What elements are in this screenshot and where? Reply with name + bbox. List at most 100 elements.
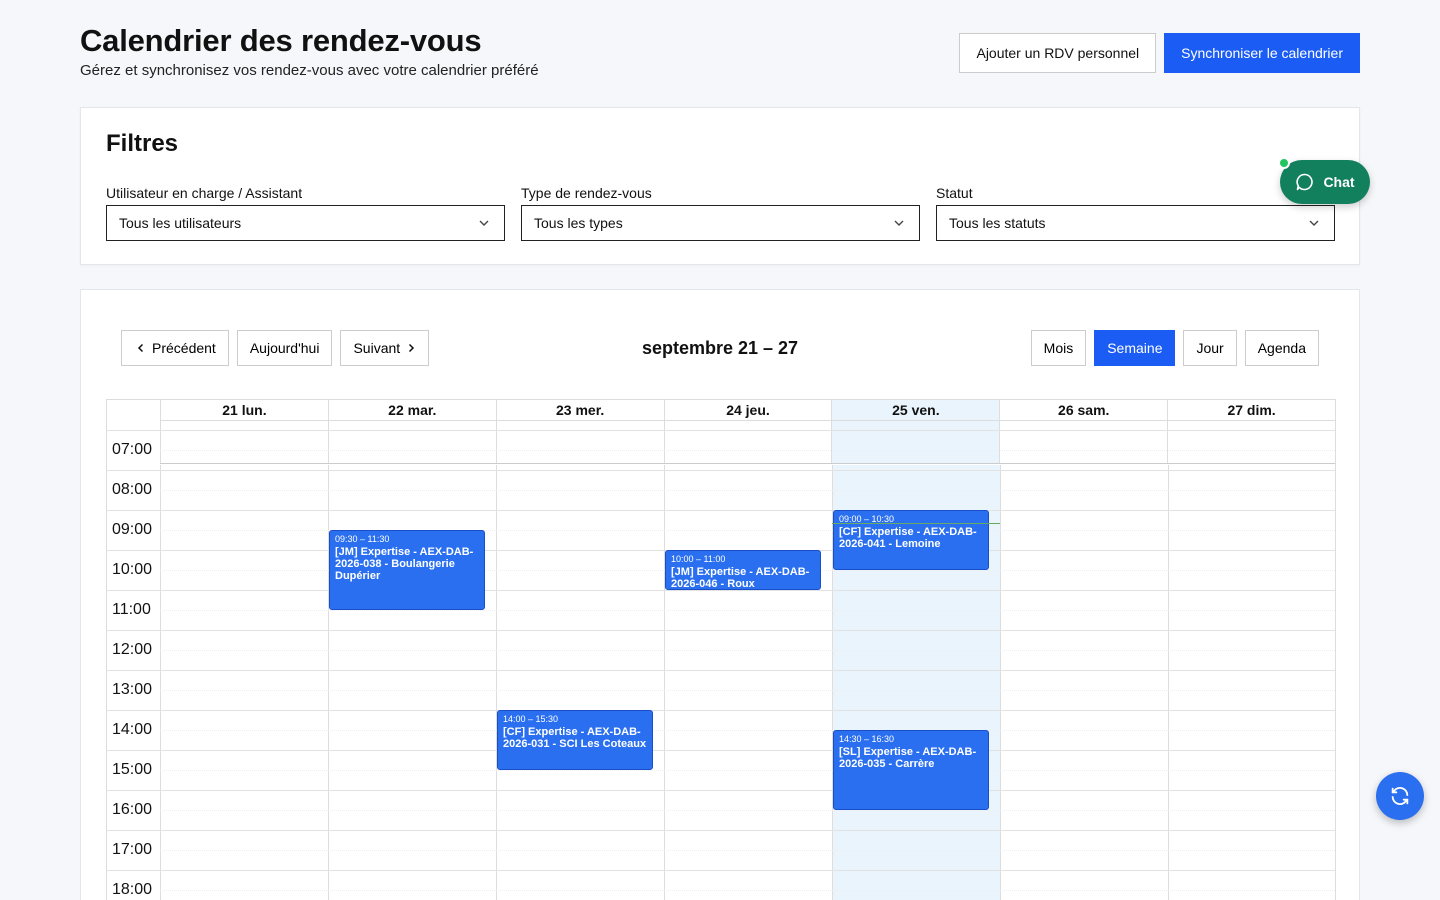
time-label: 18:00 <box>112 881 153 898</box>
chat-bubble-icon <box>1296 173 1314 191</box>
day-header[interactable]: 25 ven. <box>831 400 1000 420</box>
week-grid: 21 lun. 22 mar. 23 mer. 24 jeu. 25 ven. 26 sa… <box>106 399 1336 900</box>
current-time-indicator <box>832 523 1000 524</box>
time-label: 08:00 <box>112 481 153 498</box>
header-actions: Ajouter un RDV personnel Synchroniser le… <box>959 33 1360 73</box>
time-label: 14:00 <box>112 721 153 738</box>
chevron-right-icon <box>409 343 415 353</box>
day-header[interactable]: 24 jeu. <box>663 400 832 420</box>
status-select-value: Tous les statuts <box>949 215 1046 231</box>
time-label: 12:00 <box>112 641 153 658</box>
half-hour-gridline <box>160 690 1335 691</box>
all-day-cell[interactable] <box>327 421 496 463</box>
event-time: 10:00 – 11:00 <box>671 554 726 564</box>
filter-status-label: Statut <box>936 185 973 201</box>
all-day-cell[interactable] <box>1167 421 1335 463</box>
hour-gridline <box>107 670 1335 671</box>
time-label: 15:00 <box>112 761 153 778</box>
view-button-agenda[interactable]: Agenda <box>1244 330 1319 366</box>
all-day-cell[interactable] <box>831 421 1000 463</box>
day-header[interactable]: 22 mar. <box>327 400 496 420</box>
hour-gridline <box>107 830 1335 831</box>
today-button[interactable]: Aujourd'hui <box>236 330 333 366</box>
hour-gridline <box>107 630 1335 631</box>
all-day-cell[interactable] <box>160 421 328 463</box>
time-grid: 07:00 08:00 09:00 10:00 11:00 12:00 13:00 14:00… <box>107 430 1335 900</box>
event-title: [CF] Expertise - AEX-DAB-2026-041 - Lemo… <box>839 526 977 550</box>
half-hour-gridline <box>160 450 1335 451</box>
time-label: 16:00 <box>112 801 153 818</box>
nav-group: Précédent Aujourd'hui Suivant <box>121 330 430 366</box>
refresh-icon <box>1391 787 1409 805</box>
calendar-card: septembre 21 – 27 Précédent Aujourd'hui … <box>80 289 1360 900</box>
status-select[interactable]: Tous les statuts <box>936 205 1335 241</box>
time-label: 07:00 <box>112 441 153 458</box>
calendar-event[interactable]: 09:00 – 10:30 [CF] Expertise - AEX-DAB-20… <box>833 510 989 570</box>
hour-gridline <box>107 470 1335 471</box>
time-label: 09:00 <box>112 521 153 538</box>
filter-user-label: Utilisateur en charge / Assistant <box>106 185 303 201</box>
event-title: [CF] Expertise - AEX-DAB-2026-031 - SCI … <box>503 726 647 750</box>
half-hour-gridline <box>160 730 1335 731</box>
user-select-value: Tous les utilisateurs <box>119 215 242 231</box>
half-hour-gridline <box>160 810 1335 811</box>
hour-gridline <box>107 750 1335 751</box>
next-label: Suivant <box>353 340 401 356</box>
hour-gridline <box>107 430 1335 431</box>
half-hour-gridline <box>160 770 1335 771</box>
all-day-cell[interactable] <box>495 421 664 463</box>
previous-button[interactable]: Précédent <box>121 330 229 366</box>
time-label: 17:00 <box>112 841 153 858</box>
filter-status: Statut Tous les statuts <box>936 185 1335 241</box>
filter-user: Utilisateur en charge / Assistant Tous l… <box>106 185 505 241</box>
hour-gridline <box>107 710 1335 711</box>
day-header[interactable]: 23 mer. <box>495 400 664 420</box>
day-header[interactable]: 27 dim. <box>1167 400 1335 420</box>
half-hour-gridline <box>160 850 1335 851</box>
calendar-toolbar: septembre 21 – 27 Précédent Aujourd'hui … <box>121 330 1319 366</box>
time-label: 13:00 <box>112 681 153 698</box>
type-select[interactable]: Tous les types <box>521 205 920 241</box>
add-personal-appointment-button[interactable]: Ajouter un RDV personnel <box>959 33 1157 73</box>
chevron-left-icon <box>137 343 144 353</box>
event-title: [SL] Expertise - AEX-DAB-2026-035 - Carr… <box>839 746 977 770</box>
event-time: 09:30 – 11:30 <box>335 534 390 544</box>
hour-gridline <box>107 790 1335 791</box>
view-button-semaine[interactable]: Semaine <box>1094 330 1176 366</box>
all-day-cell[interactable] <box>999 421 1167 463</box>
day-headers: 21 lun. 22 mar. 23 mer. 24 jeu. 25 ven. 26 sa… <box>160 400 1335 420</box>
type-select-value: Tous les types <box>534 215 623 231</box>
calendar-event[interactable]: 14:00 – 15:30 [CF] Expertise - AEX-DAB-20… <box>497 710 653 770</box>
chevron-down-icon <box>1309 220 1319 226</box>
refresh-sync-button[interactable] <box>1376 772 1424 820</box>
hour-gridline <box>107 510 1335 511</box>
hour-gridline <box>107 590 1335 591</box>
event-title: [JM] Expertise - AEX-DAB-2026-038 - Boul… <box>335 546 474 582</box>
calendar-event[interactable]: 10:00 – 11:00 [JM] Expertise - AEX-DAB-20… <box>665 550 821 590</box>
chat-label: Chat <box>1323 174 1355 190</box>
time-label: 11:00 <box>112 601 151 618</box>
page-header: Calendrier des rendez-vous Gérez et sync… <box>80 22 1360 82</box>
day-header[interactable]: 21 lun. <box>160 400 328 420</box>
time-label: 10:00 <box>112 561 153 578</box>
all-day-cell[interactable] <box>663 421 832 463</box>
view-button-mois[interactable]: Mois <box>1030 330 1087 366</box>
online-indicator <box>1278 157 1290 169</box>
filter-type-label: Type de rendez-vous <box>521 185 652 201</box>
chevron-down-icon <box>479 220 489 226</box>
hour-gridline <box>107 870 1335 871</box>
view-button-jour[interactable]: Jour <box>1183 330 1237 366</box>
sync-calendar-button[interactable]: Synchroniser le calendrier <box>1164 33 1360 73</box>
calendar-event[interactable]: 14:30 – 16:30 [SL] Expertise - AEX-DAB-20… <box>833 730 989 810</box>
half-hour-gridline <box>160 890 1335 891</box>
user-select[interactable]: Tous les utilisateurs <box>106 205 505 241</box>
calendar-event[interactable]: 09:30 – 11:30 [JM] Expertise - AEX-DAB-20… <box>329 530 485 610</box>
previous-label: Précédent <box>152 340 216 356</box>
half-hour-gridline <box>160 650 1335 651</box>
chat-button[interactable]: Chat <box>1280 160 1370 204</box>
event-title: [JM] Expertise - AEX-DAB-2026-046 - Roux <box>671 566 810 590</box>
next-button[interactable]: Suivant <box>340 330 430 366</box>
day-header[interactable]: 26 sam. <box>999 400 1167 420</box>
filter-type: Type de rendez-vous Tous les types <box>521 185 920 241</box>
half-hour-gridline <box>160 610 1335 611</box>
